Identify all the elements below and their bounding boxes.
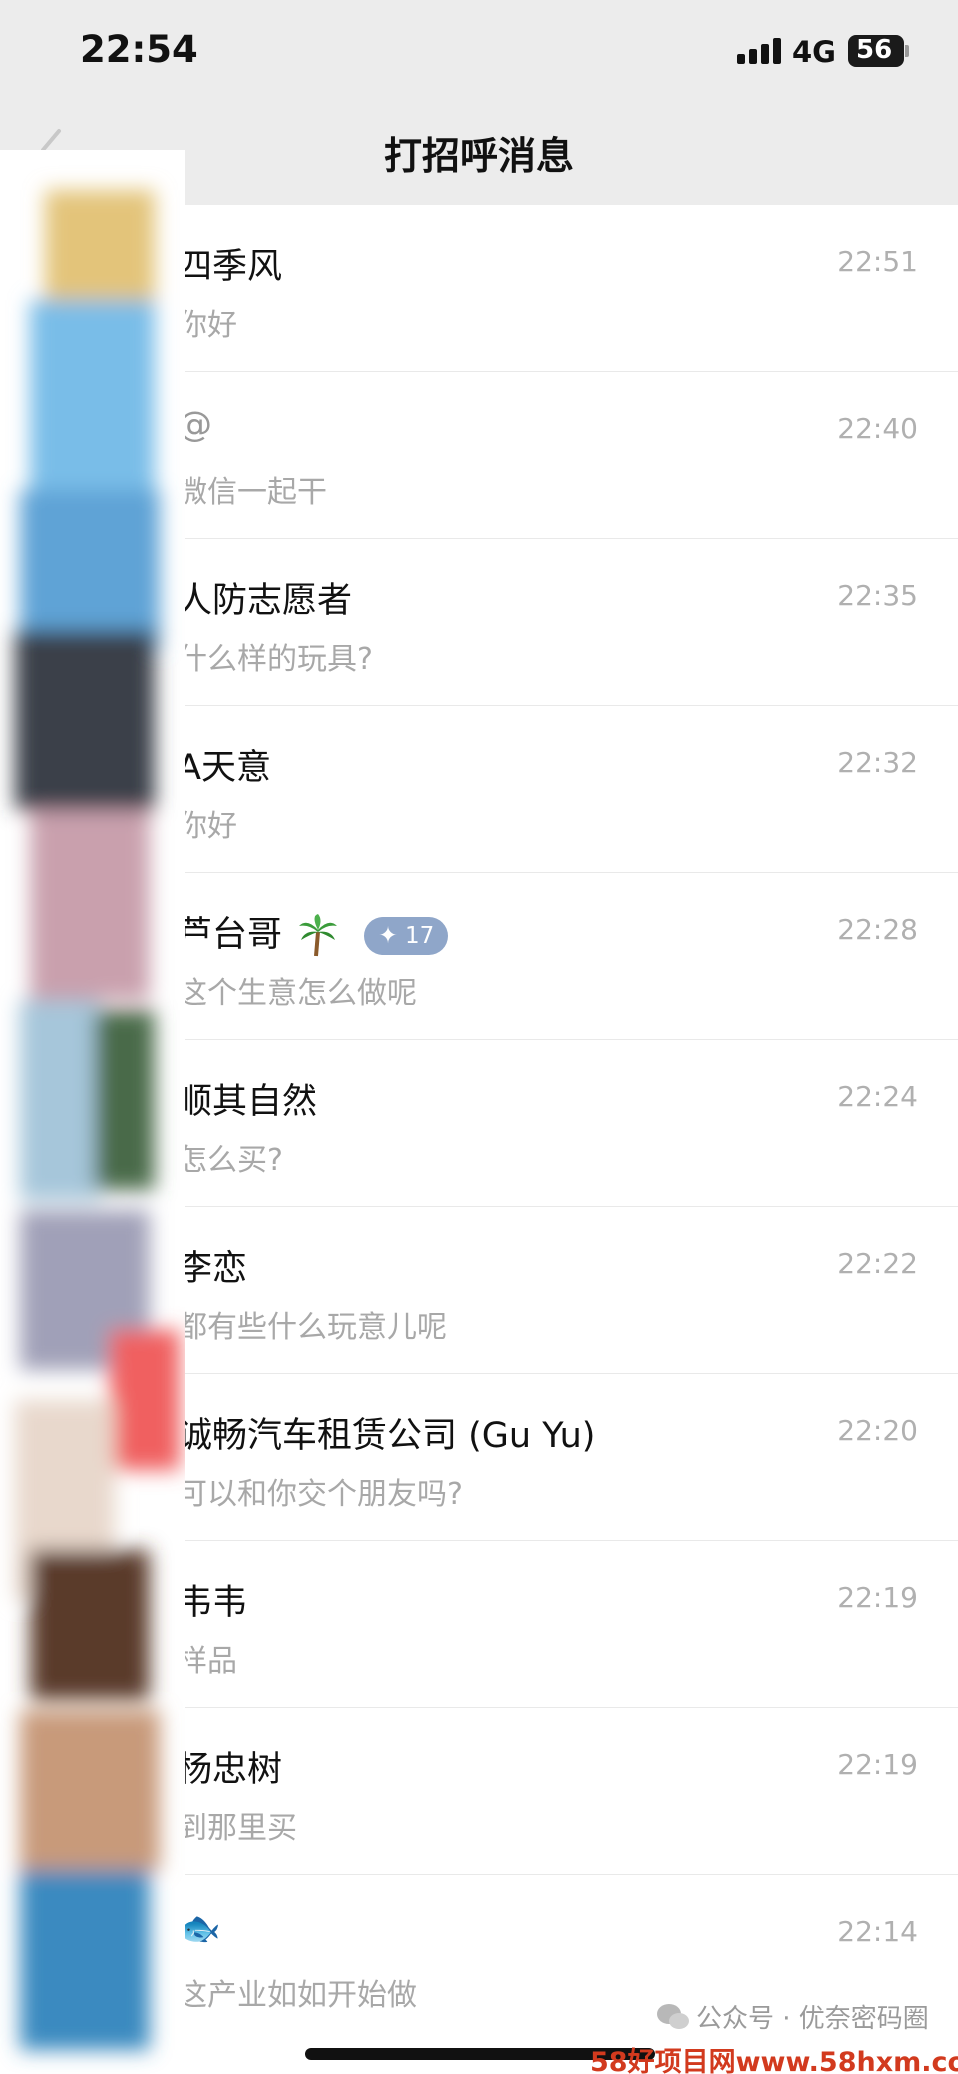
signal-icon [737, 38, 781, 64]
sender-name: 韦韦 [177, 1583, 248, 1623]
message-time: 22:19 [837, 1581, 918, 1614]
sender-name: 四季风 [177, 247, 283, 287]
wechat-icon [657, 2004, 689, 2029]
message-preview: 样品 [177, 1644, 237, 1679]
watermark: 公众号 · 优奈密码圈 [696, 2004, 929, 2034]
level-badge: ✦ 17 [364, 917, 449, 955]
battery-level: 56 [856, 35, 893, 65]
message-preview: 你好 [177, 308, 237, 343]
message-preview: 你好 [177, 809, 237, 844]
sparkle-icon: ✦ [378, 923, 398, 949]
message-time: 22:22 [837, 1247, 918, 1280]
message-preview: 都有些什么玩意儿呢 [177, 1310, 447, 1345]
sender-name: A天意 [177, 748, 271, 788]
message-preview: 微信一起干 [177, 475, 327, 510]
sender-name: 顺其自然 [177, 1082, 318, 1122]
network-type: 4G [792, 35, 836, 69]
level-value: 17 [404, 923, 435, 949]
message-time: 22:28 [837, 913, 918, 946]
status-time: 22:54 [80, 28, 198, 71]
status-bar: 22:54 4G 56 [0, 0, 958, 105]
sender-name: 李恋 [177, 1249, 248, 1289]
message-time: 22:14 [837, 1915, 918, 1948]
battery-icon: 56 [848, 35, 904, 67]
message-preview: 到那里买 [177, 1811, 297, 1846]
blurred-avatar-strip [0, 150, 185, 2074]
sender-name: 杨忠树 [177, 1750, 283, 1790]
sender-name: 诚畅汽车租赁公司 (Gu Yu) [177, 1416, 596, 1456]
sender-name-row: 芦台哥 ✦ 17 [177, 906, 449, 958]
footer-watermark: 58好项目网www.58hxm.com [590, 2047, 958, 2074]
message-time: 22:35 [837, 579, 918, 612]
sender-name: 人防志愿者 [177, 581, 353, 621]
battery-tip [905, 45, 909, 57]
message-time: 22:40 [837, 412, 918, 445]
message-time: 22:51 [837, 245, 918, 278]
message-preview: 怎么买? [177, 1143, 283, 1178]
message-preview: 什么样的玩具? [177, 642, 373, 677]
sender-name: 芦台哥 [177, 915, 283, 955]
message-time: 22:19 [837, 1748, 918, 1781]
palm-tree-icon [299, 914, 338, 957]
message-time: 22:20 [837, 1414, 918, 1447]
message-preview: 这产业如如开始做 [177, 1978, 417, 2013]
message-time: 22:32 [837, 746, 918, 779]
message-preview: 可以和你交个朋友吗? [177, 1477, 463, 1512]
message-preview: 这个生意怎么做呢 [177, 976, 417, 1011]
message-time: 22:24 [837, 1080, 918, 1113]
